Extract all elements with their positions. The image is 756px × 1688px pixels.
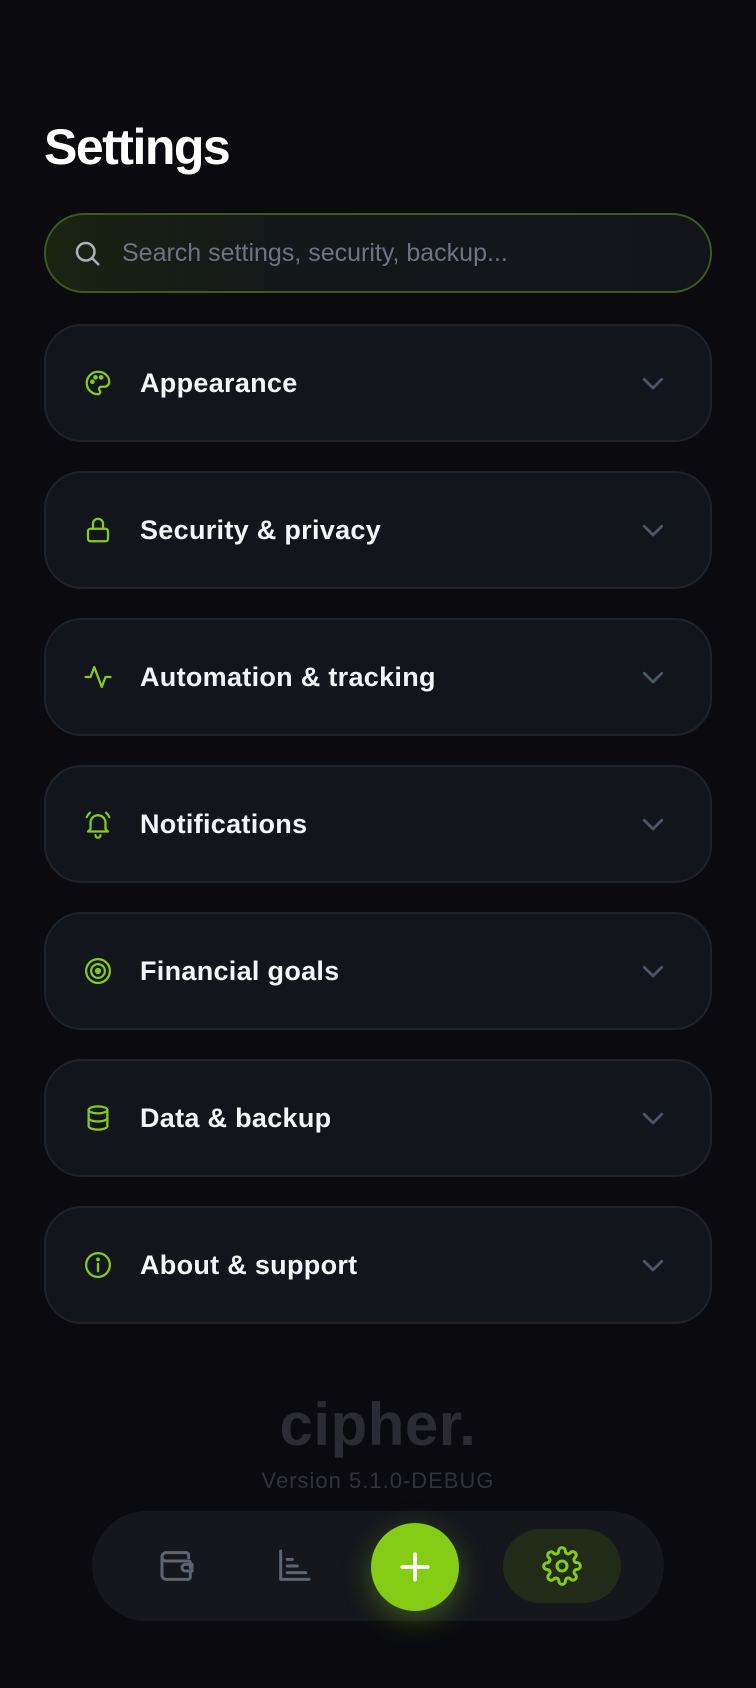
palette-icon xyxy=(82,367,114,399)
target-icon xyxy=(82,955,114,987)
bell-ringing-icon xyxy=(82,808,114,840)
section-appearance[interactable]: Appearance xyxy=(44,324,712,442)
nav-stats-button[interactable] xyxy=(269,1541,319,1591)
chevron-down-icon xyxy=(642,965,664,978)
search-input[interactable] xyxy=(122,238,680,268)
section-label: About & support xyxy=(140,1249,358,1280)
section-financial-goals[interactable]: Financial goals xyxy=(44,912,712,1030)
chevron-down-icon xyxy=(642,818,664,831)
nav-settings-button[interactable] xyxy=(503,1529,621,1603)
section-label: Notifications xyxy=(140,808,308,839)
gear-icon xyxy=(542,1546,582,1586)
plus-icon xyxy=(400,1552,430,1582)
chevron-down-icon xyxy=(642,1259,664,1272)
section-label: Automation & tracking xyxy=(140,661,436,692)
section-about-support[interactable]: About & support xyxy=(44,1206,712,1324)
bar-chart-icon xyxy=(279,1549,311,1581)
lock-icon xyxy=(82,514,114,546)
database-icon xyxy=(82,1102,114,1134)
section-automation-tracking[interactable]: Automation & tracking xyxy=(44,618,712,736)
chevron-down-icon xyxy=(642,671,664,684)
search-bar[interactable] xyxy=(44,213,712,293)
nav-wallet-button[interactable] xyxy=(152,1541,202,1591)
settings-screen: Settings Appearance xyxy=(0,0,756,1688)
chevron-down-icon xyxy=(642,1112,664,1125)
version-label: Version 5.1.0-DEBUG xyxy=(261,1468,495,1493)
section-label: Data & backup xyxy=(140,1102,332,1133)
info-icon xyxy=(82,1249,114,1281)
settings-sections: Appearance Security & privacy Automation… xyxy=(44,324,712,1353)
section-data-backup[interactable]: Data & backup xyxy=(44,1059,712,1177)
section-notifications[interactable]: Notifications xyxy=(44,765,712,883)
section-label: Security & privacy xyxy=(140,514,382,545)
add-transaction-button[interactable] xyxy=(371,1523,459,1611)
activity-icon xyxy=(82,661,114,693)
section-security-privacy[interactable]: Security & privacy xyxy=(44,471,712,589)
search-icon xyxy=(75,241,100,266)
page-title: Settings xyxy=(44,119,231,175)
section-label: Appearance xyxy=(140,367,298,398)
section-label: Financial goals xyxy=(140,955,340,986)
wallet-icon xyxy=(160,1551,194,1581)
chevron-down-icon xyxy=(642,524,664,537)
chevron-down-icon xyxy=(642,377,664,390)
brand-logo-text: cipher. xyxy=(279,1391,477,1458)
bottom-navigation xyxy=(92,1511,664,1621)
